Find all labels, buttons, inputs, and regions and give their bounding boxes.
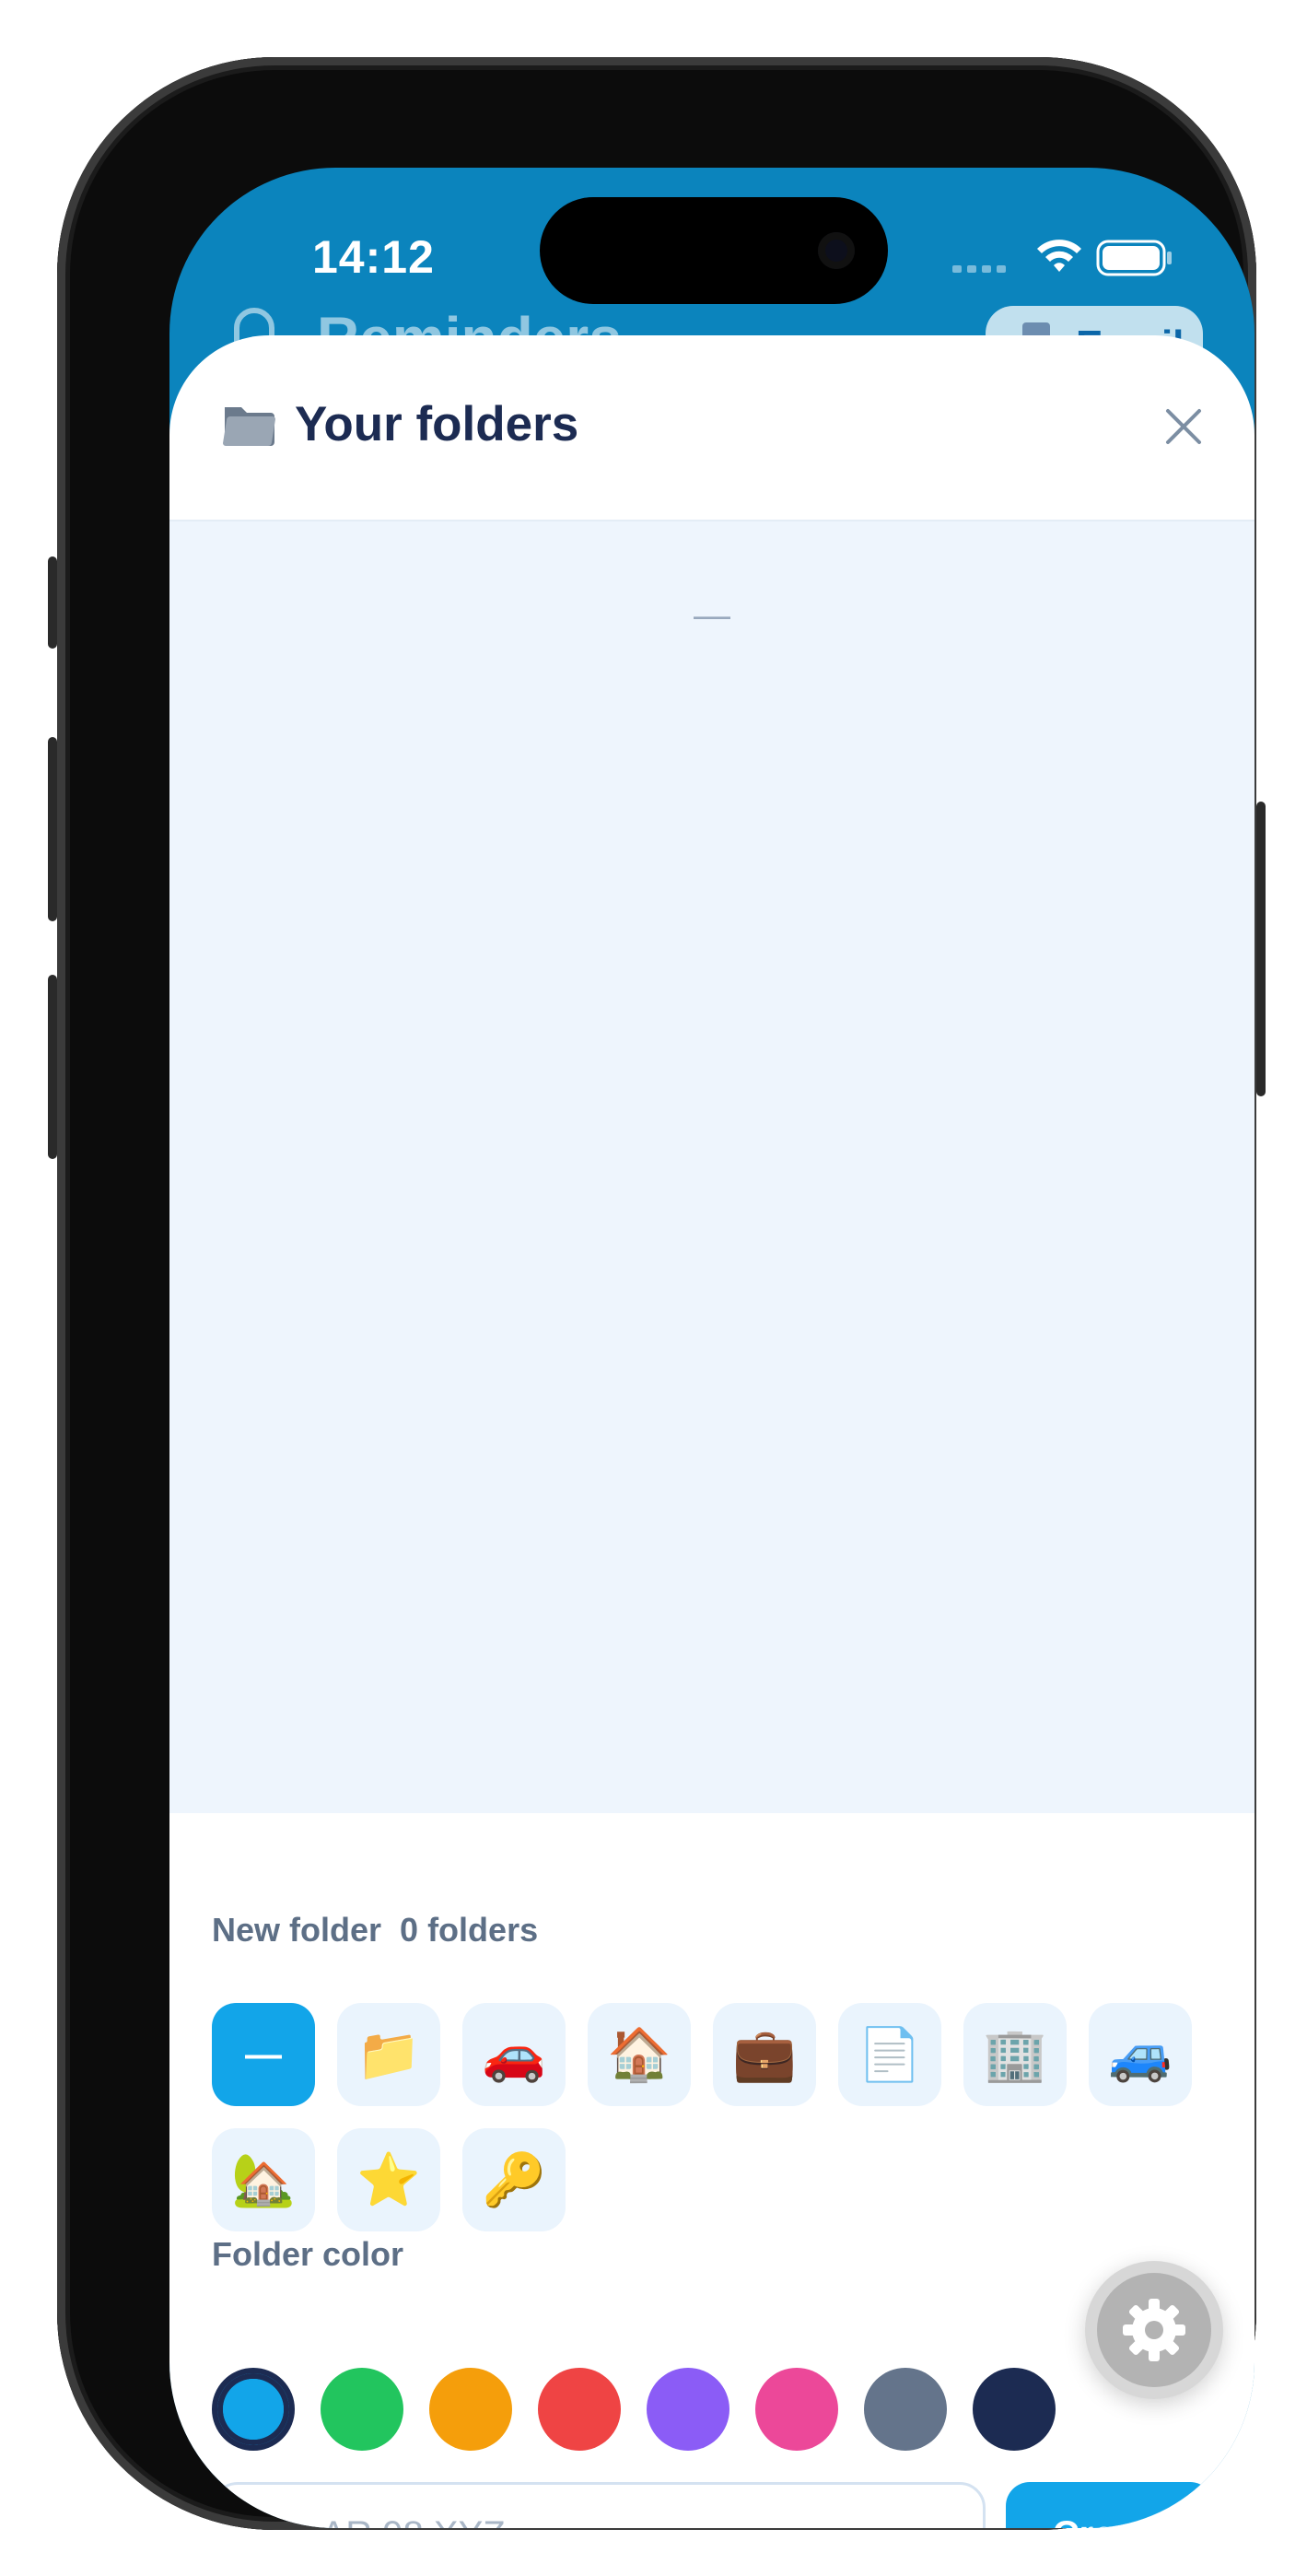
icon-option-document[interactable]: 📄 [838,2003,941,2106]
gear-icon [1123,2299,1185,2361]
folder-count: 0 folders [400,1911,539,1949]
icon-option-suv[interactable]: 🚙 [1089,2003,1192,2106]
color-swatch[interactable] [647,2368,729,2451]
icon-option-office-building[interactable]: 🏢 [963,2003,1067,2106]
front-camera-icon [818,232,855,269]
color-swatch[interactable] [321,2368,403,2451]
settings-button-inner [1097,2273,1211,2387]
icon-option-folder[interactable]: 📁 [337,2003,440,2106]
folders-sheet: Your folders — New folder 0 folders — 📁 🚗 🏠… [169,335,1254,2528]
folder-list: — [169,521,1254,1813]
screen: 14:12 Reminders [169,168,1254,2528]
new-folder-label: New folder 0 folders [212,1911,538,1950]
icon-option-briefcase[interactable]: 💼 [713,2003,816,2106]
folder-icon [223,407,275,446]
document-icon: 📄 [858,2025,922,2083]
create-button[interactable]: Create [1006,2482,1214,2528]
color-swatch[interactable] [212,2368,295,2451]
color-swatch[interactable] [973,2368,1056,2451]
close-icon[interactable] [1153,396,1214,457]
car-icon: 🚗 [482,2025,546,2083]
volume-down-button [48,975,57,1159]
key-icon: 🔑 [482,2150,546,2208]
status-time: 14:12 [312,231,435,283]
icon-option-star[interactable]: ⭐ [337,2128,440,2231]
sheet-title: Your folders [295,397,579,451]
icon-option-key[interactable]: 🔑 [462,2128,566,2231]
house-icon: 🏠 [607,2025,671,2083]
star-icon: ⭐ [356,2150,421,2208]
icon-option-house-with-garden[interactable]: 🏡 [212,2128,315,2231]
folder-color-label: Folder color [212,2235,404,2273]
new-folder-label-text: New folder [212,1911,382,1949]
color-swatch[interactable] [538,2368,621,2451]
briefcase-icon: 💼 [732,2025,797,2083]
action-button [48,556,57,649]
phone-frame: 14:12 Reminders [57,57,1256,2530]
volume-up-button [48,737,57,921]
wifi-icon [1037,240,1081,272]
empty-list-placeholder: — [694,595,730,636]
icon-option-none[interactable]: — [212,2003,315,2106]
folder-name-input[interactable] [212,2482,986,2528]
color-swatch[interactable] [755,2368,838,2451]
cellular-signal-icon [952,265,1006,273]
power-button [1256,802,1266,1096]
house-with-garden-icon: 🏡 [231,2150,296,2208]
suv-icon: 🚙 [1108,2025,1173,2083]
status-icons [952,240,1172,276]
color-swatch[interactable] [429,2368,512,2451]
settings-button[interactable] [1085,2261,1223,2399]
no-icon-dash: — [245,2033,282,2075]
sheet-header: Your folders [169,335,1254,521]
battery-icon [1096,240,1172,276]
dynamic-island [540,197,888,304]
office-building-icon: 🏢 [983,2025,1047,2083]
icon-option-car[interactable]: 🚗 [462,2003,566,2106]
icon-option-house[interactable]: 🏠 [588,2003,691,2106]
color-swatch[interactable] [864,2368,947,2451]
folder-icon: 📁 [356,2025,421,2083]
